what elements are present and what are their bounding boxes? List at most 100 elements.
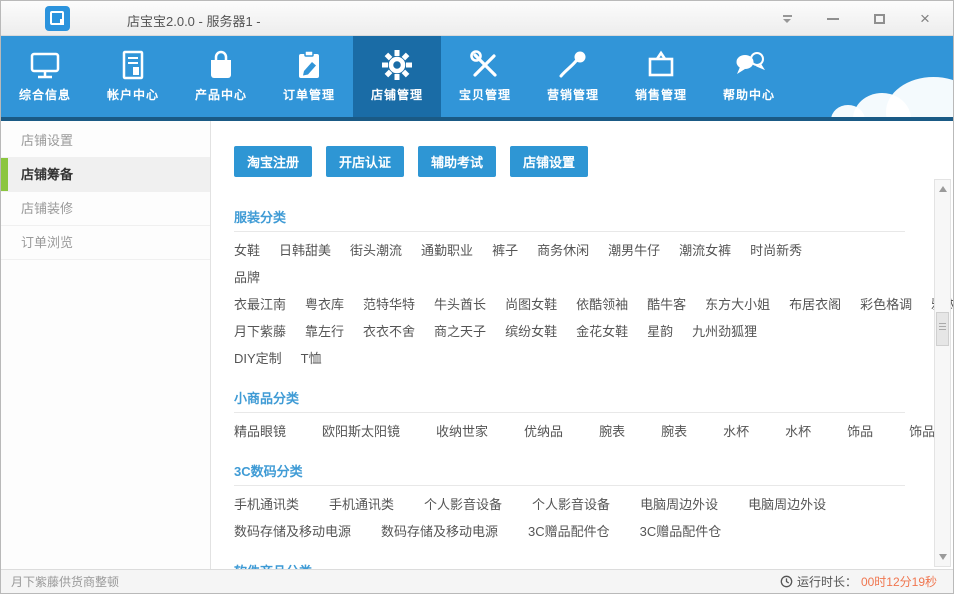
category-link[interactable]: 饰品 bbox=[847, 424, 873, 440]
category-link[interactable]: 时尚新秀 bbox=[750, 243, 802, 259]
skin-menu-button[interactable] bbox=[779, 9, 795, 29]
category-link[interactable]: 欧阳斯太阳镜 bbox=[322, 424, 400, 440]
category-link[interactable]: 电脑周边外设 bbox=[748, 497, 826, 513]
status-message: 月下紫藤供货商整顿 bbox=[11, 573, 119, 590]
titlebar: 店宝宝2.0.0 - 服务器1 - × bbox=[1, 1, 953, 36]
scrollbar-thumb[interactable] bbox=[936, 312, 949, 346]
maximize-button[interactable] bbox=[871, 9, 887, 29]
clipboard-icon bbox=[291, 45, 327, 85]
taobao-register-button[interactable]: 淘宝注册 bbox=[234, 146, 312, 177]
category-link[interactable]: 3C赠品配件仓 bbox=[528, 524, 610, 540]
assist-exam-button[interactable]: 辅助考试 bbox=[418, 146, 496, 177]
main-panel: 淘宝注册开店认证辅助考试店铺设置 服装分类女鞋日韩甜美街头潮流通勤职业裤子商务休… bbox=[212, 121, 953, 569]
category-link[interactable]: 潮男牛仔 bbox=[608, 243, 660, 259]
category-link[interactable]: 金花女鞋 bbox=[576, 324, 628, 340]
category-link[interactable]: 水杯 bbox=[785, 424, 811, 440]
nav-item-help[interactable]: 帮助中心 bbox=[705, 36, 793, 117]
category-link[interactable]: 3C赠品配件仓 bbox=[640, 524, 722, 540]
category-link[interactable]: 尚图女鞋 bbox=[505, 297, 557, 313]
category-link[interactable]: 收纳世家 bbox=[436, 424, 488, 440]
category-link[interactable]: 优纳品 bbox=[524, 424, 563, 440]
scroll-up-arrow[interactable] bbox=[939, 186, 947, 192]
clock-icon bbox=[780, 575, 793, 588]
nav-item-label: 店铺管理 bbox=[371, 86, 423, 103]
category-link[interactable]: 牛头酋长 bbox=[434, 297, 486, 313]
nav-item-order[interactable]: 订单管理 bbox=[265, 36, 353, 117]
nav-item-goods[interactable]: 宝贝管理 bbox=[441, 36, 529, 117]
sidebar-item-shop-settings[interactable]: 店铺设置 bbox=[1, 124, 210, 158]
runtime-label: 运行时长： bbox=[797, 573, 857, 590]
runtime-value: 00时12分19秒 bbox=[861, 573, 937, 590]
link-row: 数码存储及移动电源 数码存储及移动电源 3C赠品配件仓 3C赠品配件仓 bbox=[234, 524, 905, 540]
category-link[interactable]: 范特华特 bbox=[363, 297, 415, 313]
category-link[interactable]: 商之天子 bbox=[434, 324, 486, 340]
category-link[interactable]: 粤衣库 bbox=[305, 297, 344, 313]
category-link[interactable]: 饰品 bbox=[909, 424, 935, 440]
category-link[interactable]: 依酷领袖 bbox=[576, 297, 628, 313]
link-row: DIY定制 T恤 bbox=[234, 351, 905, 367]
nav-item-product[interactable]: 产品中心 bbox=[177, 36, 265, 117]
scroll-down-arrow[interactable] bbox=[939, 554, 947, 560]
category-link[interactable]: 水杯 bbox=[723, 424, 749, 440]
category-link[interactable]: 星韵 bbox=[647, 324, 673, 340]
category-link[interactable]: 女鞋 bbox=[234, 243, 260, 259]
category-link[interactable]: 日韩甜美 bbox=[279, 243, 331, 259]
toolbar: 淘宝注册开店认证辅助考试店铺设置 bbox=[234, 146, 953, 177]
category-link[interactable]: 靠左行 bbox=[305, 324, 344, 340]
category-link[interactable]: 衣最江南 bbox=[234, 297, 286, 313]
category-link[interactable]: 品牌 bbox=[234, 270, 260, 286]
open-shop-auth-button[interactable]: 开店认证 bbox=[326, 146, 404, 177]
category-link[interactable]: 电脑周边外设 bbox=[640, 497, 718, 513]
sidebar-item-shop-prepare[interactable]: 店铺筹备 bbox=[1, 158, 210, 192]
sidebar-item-order-browse[interactable]: 订单浏览 bbox=[1, 226, 210, 260]
category-link[interactable]: 酷牛客 bbox=[647, 297, 686, 313]
nav-item-label: 综合信息 bbox=[19, 86, 71, 103]
category-link[interactable]: 腕表 bbox=[661, 424, 687, 440]
vertical-scrollbar[interactable] bbox=[934, 179, 951, 567]
link-row: 品牌 bbox=[234, 270, 905, 286]
category-link[interactable]: 数码存储及移动电源 bbox=[234, 524, 351, 540]
nav-item-marketing[interactable]: 营销管理 bbox=[529, 36, 617, 117]
sidebar-item-shop-decorate[interactable]: 店铺装修 bbox=[1, 192, 210, 226]
category-link[interactable]: 数码存储及移动电源 bbox=[381, 524, 498, 540]
category-link[interactable]: 潮流女裤 bbox=[679, 243, 731, 259]
section-title: 3C数码分类 bbox=[234, 461, 905, 486]
nav-item-sales[interactable]: 销售管理 bbox=[617, 36, 705, 117]
category-link[interactable]: 裤子 bbox=[492, 243, 518, 259]
category-link[interactable]: 商务休闲 bbox=[537, 243, 589, 259]
nav-item-account[interactable]: 帐户中心 bbox=[89, 36, 177, 117]
category-link[interactable]: 月下紫藤 bbox=[234, 324, 286, 340]
category-link[interactable]: 缤纷女鞋 bbox=[505, 324, 557, 340]
category-link[interactable]: DIY定制 bbox=[234, 351, 282, 367]
shop-settings-button[interactable]: 店铺设置 bbox=[510, 146, 588, 177]
category-link[interactable]: 街头潮流 bbox=[350, 243, 402, 259]
category-link[interactable]: 彩色格调 bbox=[860, 297, 912, 313]
category-link[interactable]: 九州劲狐狸 bbox=[692, 324, 757, 340]
category-link[interactable]: 个人影音设备 bbox=[424, 497, 502, 513]
nav-item-label: 帮助中心 bbox=[723, 86, 775, 103]
nav-item-label: 产品中心 bbox=[195, 86, 247, 103]
category-link[interactable]: 通勤职业 bbox=[421, 243, 473, 259]
nav-item-overview[interactable]: 综合信息 bbox=[1, 36, 89, 117]
category-link[interactable]: 东方大小姐 bbox=[705, 297, 770, 313]
close-button[interactable]: × bbox=[917, 9, 933, 29]
nav-item-label: 销售管理 bbox=[635, 86, 687, 103]
nav-item-label: 宝贝管理 bbox=[459, 86, 511, 103]
nav-item-shop[interactable]: 店铺管理 bbox=[353, 36, 441, 117]
category-link[interactable]: 布居衣阁 bbox=[789, 297, 841, 313]
minimize-button[interactable] bbox=[825, 9, 841, 29]
window-title: 店宝宝2.0.0 - 服务器1 - bbox=[127, 11, 261, 30]
sidebar: 店铺设置店铺筹备店铺装修订单浏览 bbox=[1, 121, 211, 569]
category-link[interactable]: 个人影音设备 bbox=[532, 497, 610, 513]
category-link[interactable]: 手机通讯类 bbox=[234, 497, 299, 513]
link-row: 衣最江南粤衣库范特华特牛头酋长尚图女鞋依酷领袖酷牛客东方大小姐布居衣阁彩色格调雅… bbox=[234, 297, 905, 313]
category-link[interactable]: 精品眼镜 bbox=[234, 424, 286, 440]
navbar: 综合信息 帐户中心产品中心 订单管理店铺管理 宝贝管理 营销管理销售管理 帮助中心 bbox=[1, 36, 953, 121]
category-sections: 服装分类女鞋日韩甜美街头潮流通勤职业裤子商务休闲潮男牛仔潮流女裤时尚新秀品牌衣最… bbox=[234, 207, 905, 569]
bag-icon bbox=[203, 45, 239, 85]
category-link[interactable]: T恤 bbox=[301, 351, 322, 367]
link-row: 手机通讯类 手机通讯类 个人影音设备 个人影音设备 电脑周边外设 电脑周边外设 bbox=[234, 497, 905, 513]
category-link[interactable]: 衣衣不舍 bbox=[363, 324, 415, 340]
category-link[interactable]: 手机通讯类 bbox=[329, 497, 394, 513]
category-link[interactable]: 腕表 bbox=[599, 424, 625, 440]
